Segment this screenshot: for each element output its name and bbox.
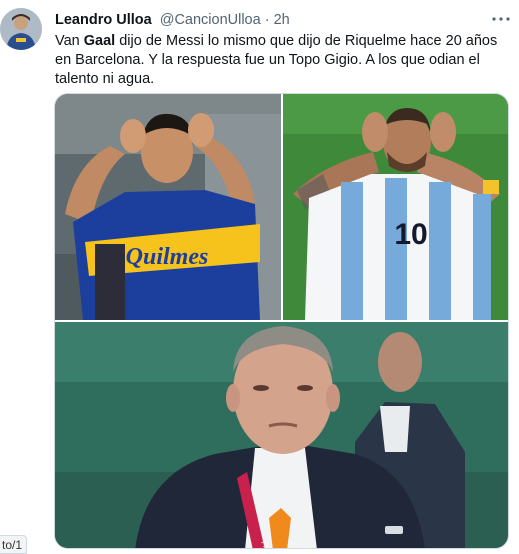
shirt-number-text: 10 [394,218,427,251]
author-avatar[interactable] [0,8,42,50]
separator-dot: · [264,12,270,28]
author-name[interactable]: Leandro Ulloa [55,12,152,28]
tweet-media-grid: Quilmes 10 [54,93,509,549]
messi-argentina-photo[interactable]: 10 [283,94,508,320]
tweet-header: Leandro Ulloa @CancionUlloa · 2h [55,11,290,29]
more-options-icon[interactable] [490,9,512,29]
shirt-sponsor-text: Quilmes [126,244,209,270]
cutoff-label: to/1 [0,535,28,554]
tweet-text-bold: Gaal [83,33,116,49]
tweet-text-start: Van [55,33,84,49]
riquelme-boca-photo[interactable]: Quilmes [55,94,281,320]
tweet-text: Van Gaal dijo de Messi lo mismo que dijo… [55,32,505,89]
tweet-timestamp[interactable]: 2h [274,12,290,28]
tweet[interactable]: Leandro Ulloa @CancionUlloa · 2h Van Gaa… [0,0,519,554]
van-gaal-photo[interactable]: FIFA WO [55,322,508,548]
author-handle[interactable]: @CancionUlloa [160,12,261,28]
tweet-text-rest: dijo de Messi lo mismo que dijo de Rique… [55,33,498,87]
